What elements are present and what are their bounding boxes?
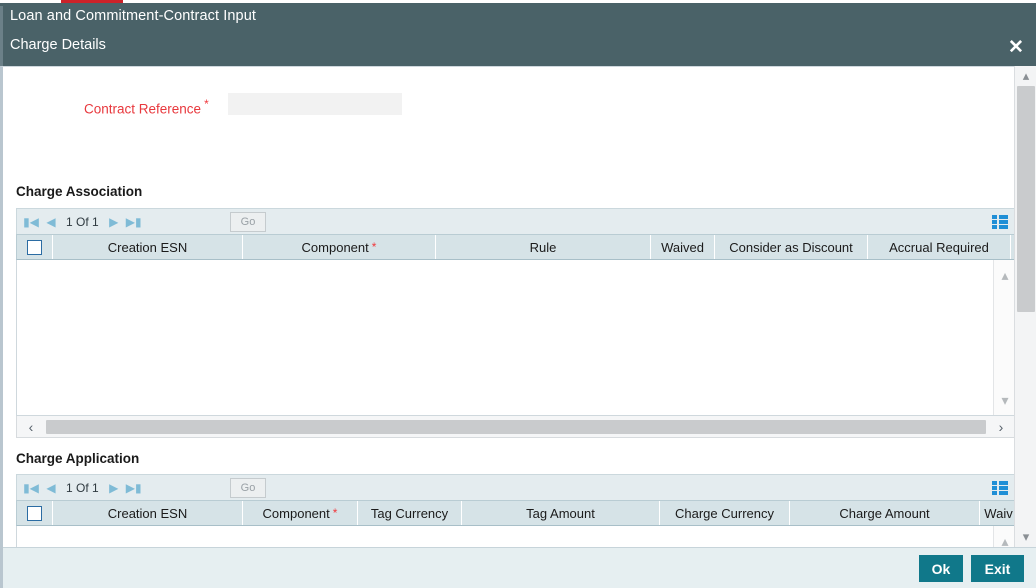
column-header-tag-amount[interactable]: Tag Amount (462, 501, 660, 525)
column-label: Waiv (984, 505, 1013, 521)
column-label: Charge Amount (839, 505, 930, 521)
previous-page-icon[interactable]: ◀ (41, 475, 61, 501)
column-header-rule[interactable]: Rule (436, 235, 651, 259)
column-label: Accrual Required (889, 239, 989, 255)
column-label: Consider as Discount (729, 239, 853, 255)
contract-reference-row: Contract Reference * (6, 79, 1015, 117)
column-label: Tag Amount (526, 505, 595, 521)
previous-page-icon[interactable]: ◀ (41, 209, 61, 235)
charge-association-horizontal-scrollbar[interactable]: ‹ › (16, 416, 1016, 438)
column-header-waived[interactable]: Waived (651, 235, 715, 259)
select-all-checkbox[interactable] (27, 239, 42, 255)
next-page-icon[interactable]: ▶ (104, 209, 124, 235)
ok-button[interactable]: Ok (919, 555, 963, 582)
scroll-down-icon[interactable]: ▾ (994, 389, 1015, 411)
charge-application-pager: ▮◀ ◀ 1 Of 1 ▶ ▶▮ Go (16, 474, 1016, 500)
header-left-edge (0, 6, 3, 69)
column-label: Component (301, 239, 369, 255)
content-column: Contract Reference * Charge Association ▮… (6, 67, 1016, 588)
page-vertical-scrollbar[interactable]: ▴ ▾ (1014, 66, 1036, 547)
contract-reference-input[interactable] (228, 93, 402, 115)
list-view-icon[interactable] (989, 212, 1011, 232)
dialog-footer: Ok Exit (3, 547, 1036, 588)
next-page-icon[interactable]: ▶ (104, 475, 124, 501)
column-label: Charge Currency (675, 505, 774, 521)
go-button[interactable]: Go (230, 478, 266, 498)
column-label: Creation ESN (107, 505, 188, 521)
column-header-waived[interactable]: Waiv (980, 501, 1015, 525)
last-page-icon[interactable]: ▶▮ (124, 475, 144, 501)
select-all-header[interactable] (17, 501, 53, 525)
scroll-up-icon[interactable]: ▴ (994, 264, 1015, 286)
page-indicator: 1 Of 1 (66, 214, 99, 229)
column-header-charge-currency[interactable]: Charge Currency (660, 501, 790, 525)
column-label: Rule (529, 239, 557, 255)
go-button[interactable]: Go (230, 212, 266, 232)
column-label: Waived (661, 239, 704, 255)
page-indicator: 1 Of 1 (66, 480, 99, 495)
contract-reference-label: Contract Reference * (84, 97, 209, 117)
scroll-up-icon[interactable]: ▴ (1015, 66, 1036, 86)
column-header-creation-esn[interactable]: Creation ESN (53, 235, 243, 259)
column-header-charge-amount[interactable]: Charge Amount (790, 501, 980, 525)
column-header-component[interactable]: Component * (243, 501, 358, 525)
column-header-tag-currency[interactable]: Tag Currency (358, 501, 462, 525)
column-label: Creation ESN (107, 239, 188, 255)
page-scroll-thumb[interactable] (1017, 86, 1035, 312)
window-header: Loan and Commitment-Contract Input Charg… (0, 3, 1036, 69)
select-all-header[interactable] (17, 235, 53, 259)
column-label: Component (262, 505, 330, 521)
first-page-icon[interactable]: ▮◀ (21, 475, 41, 501)
scroll-left-icon[interactable]: ‹ (17, 417, 45, 437)
close-icon[interactable]: ✕ (1004, 35, 1028, 59)
page-title: Charge Details (10, 37, 106, 53)
window-title: Loan and Commitment-Contract Input (10, 8, 256, 24)
section-title-charge-association: Charge Association (16, 184, 143, 199)
last-page-icon[interactable]: ▶▮ (124, 209, 144, 235)
column-label: Tag Currency (370, 505, 449, 521)
column-header-component[interactable]: Component * (243, 235, 436, 259)
horizontal-scroll-thumb[interactable] (46, 419, 986, 434)
charge-association-pager: ▮◀ ◀ 1 Of 1 ▶ ▶▮ Go (16, 208, 1016, 234)
column-header-creation-esn[interactable]: Creation ESN (53, 501, 243, 525)
contract-reference-label-text: Contract Reference (84, 101, 202, 117)
charge-association-header-row: Creation ESN Component * Rule Waived Cons… (16, 234, 1016, 260)
scroll-down-icon[interactable]: ▾ (1015, 527, 1036, 547)
charge-details-dialog: Loan and Commitment-Contract Input Charg… (0, 0, 1036, 588)
charge-association-vertical-scrollbar[interactable]: ▴ ▾ (993, 260, 1015, 415)
exit-button[interactable]: Exit (971, 555, 1024, 582)
required-asterisk: * (332, 506, 338, 520)
column-header-consider-as-discount[interactable]: Consider as Discount (715, 235, 868, 259)
column-header-accrual-required[interactable]: Accrual Required (868, 235, 1011, 259)
list-view-icon[interactable] (989, 478, 1011, 498)
charge-application-header-row: Creation ESN Component * Tag Currency Tag… (16, 500, 1016, 526)
section-title-charge-application: Charge Application (16, 451, 140, 466)
dialog-body: Contract Reference * Charge Association ▮… (0, 66, 1036, 588)
select-all-checkbox[interactable] (27, 505, 42, 521)
charge-association-body: ▴ ▾ (16, 260, 1016, 416)
charge-association-grid: ▮◀ ◀ 1 Of 1 ▶ ▶▮ Go Creation ESN Compone… (16, 208, 1016, 438)
required-asterisk: * (371, 240, 377, 254)
scroll-right-icon[interactable]: › (987, 417, 1015, 437)
first-page-icon[interactable]: ▮◀ (21, 209, 41, 235)
required-asterisk: * (204, 97, 209, 111)
